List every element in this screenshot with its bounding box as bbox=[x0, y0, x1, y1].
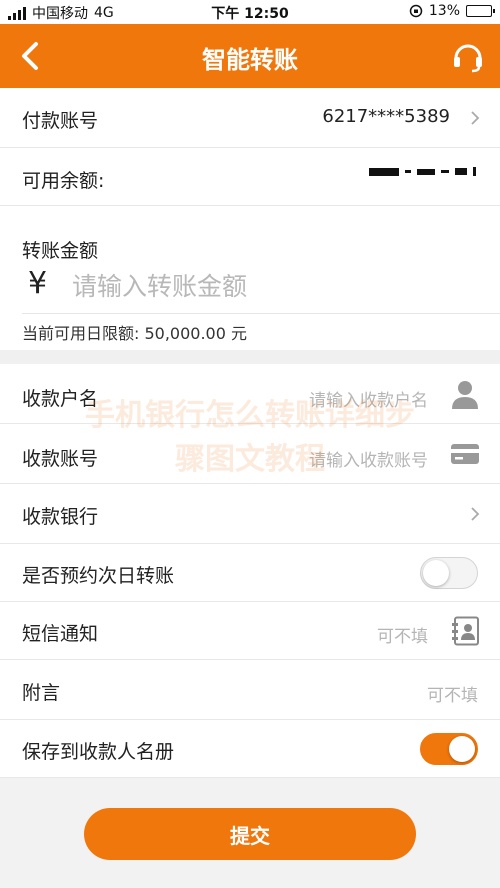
toggle-knob bbox=[423, 560, 449, 586]
payee-account-row[interactable]: 收款账号 请输入收款账号 bbox=[0, 424, 500, 484]
customer-service-button[interactable] bbox=[448, 36, 488, 76]
payee-bank-row[interactable]: 收款银行 bbox=[0, 484, 500, 544]
payee-name-input[interactable]: 请输入收款户名 bbox=[309, 386, 428, 411]
contacts-book-icon[interactable] bbox=[452, 616, 480, 646]
payee-name-row[interactable]: 收款户名 请输入收款户名 bbox=[0, 364, 500, 424]
sms-notice-row[interactable]: 短信通知 可不填 bbox=[0, 602, 500, 660]
payer-account-label: 付款账号 bbox=[22, 110, 99, 132]
save-payee-label: 保存到收款人名册 bbox=[22, 741, 175, 763]
status-right: 13% bbox=[409, 3, 495, 19]
note-input[interactable]: 可不填 bbox=[427, 681, 478, 706]
amount-label: 转账金额 bbox=[22, 240, 99, 262]
sms-notice-label: 短信通知 bbox=[22, 623, 99, 645]
schedule-transfer-toggle[interactable] bbox=[420, 557, 478, 589]
schedule-transfer-row: 是否预约次日转账 bbox=[0, 544, 500, 602]
save-payee-row: 保存到收款人名册 bbox=[0, 720, 500, 778]
chevron-right-icon bbox=[471, 507, 480, 521]
payer-account-value: 6217****5389 bbox=[322, 106, 450, 127]
battery-percent: 13% bbox=[428, 3, 460, 19]
app-header: 智能转账 bbox=[0, 24, 500, 88]
headset-icon bbox=[454, 44, 482, 73]
payee-name-label: 收款户名 bbox=[22, 388, 99, 410]
submit-button[interactable]: 提交 bbox=[84, 808, 416, 860]
payee-bank-label: 收款银行 bbox=[22, 506, 99, 528]
payer-account-row[interactable]: 付款账号 6217****5389 bbox=[0, 88, 500, 148]
note-row[interactable]: 附言 可不填 bbox=[0, 660, 500, 720]
page-title: 智能转账 bbox=[202, 46, 298, 74]
battery-icon bbox=[466, 5, 495, 17]
user-icon[interactable] bbox=[450, 378, 480, 410]
payee-account-label: 收款账号 bbox=[22, 448, 99, 470]
chevron-right-icon bbox=[471, 111, 480, 125]
masked-balance bbox=[369, 167, 476, 176]
section-divider bbox=[0, 350, 500, 364]
amount-input[interactable] bbox=[72, 266, 472, 306]
amount-divider bbox=[22, 313, 500, 314]
save-payee-toggle[interactable] bbox=[420, 733, 478, 765]
toggle-knob bbox=[449, 736, 475, 762]
status-bar: 中国移动 4G 下午 12:50 13% bbox=[0, 0, 500, 24]
sms-notice-input[interactable]: 可不填 bbox=[377, 622, 428, 647]
balance-label: 可用余额: bbox=[22, 170, 105, 192]
daily-limit-text: 当前可用日限额: 50,000.00 元 bbox=[22, 324, 247, 343]
bank-card-icon[interactable] bbox=[450, 442, 480, 466]
currency-symbol: ¥ bbox=[28, 266, 48, 301]
payee-account-input[interactable]: 请输入收款账号 bbox=[309, 446, 428, 471]
schedule-transfer-label: 是否预约次日转账 bbox=[22, 565, 175, 587]
balance-row: 可用余额: bbox=[0, 148, 500, 206]
note-label: 附言 bbox=[22, 682, 61, 704]
orientation-lock-icon bbox=[409, 4, 423, 18]
